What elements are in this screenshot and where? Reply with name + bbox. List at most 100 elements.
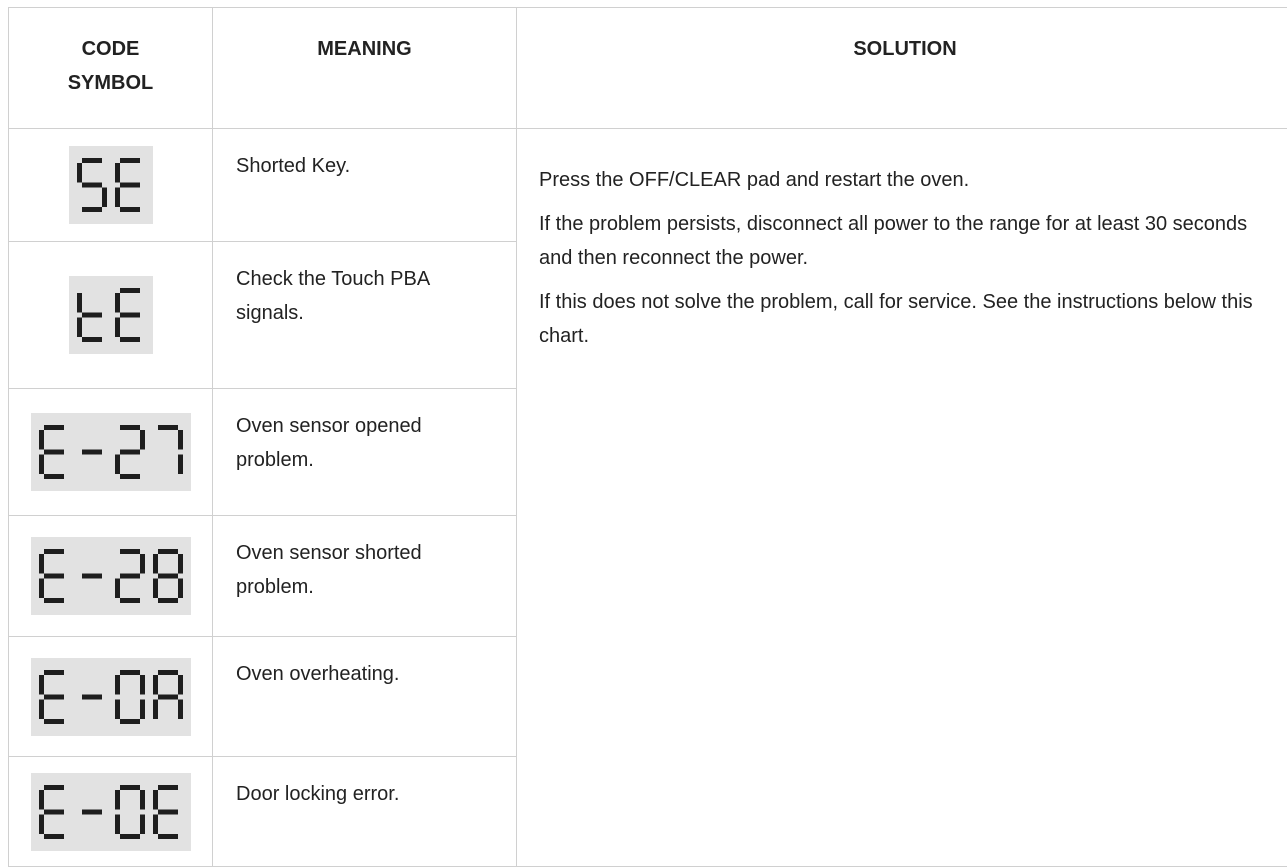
lcd-segment	[152, 554, 158, 574]
lcd-segment	[139, 789, 145, 809]
lcd-segment	[157, 573, 178, 579]
lcd-segment	[177, 430, 183, 450]
lcd-segment	[38, 578, 44, 598]
lcd-segment	[38, 454, 44, 474]
lcd-segment	[157, 549, 178, 554]
lcd-code-display: tE	[68, 276, 153, 354]
lcd-code-display: SE	[68, 146, 153, 224]
lcd-segment	[43, 809, 64, 814]
code-symbol-cell: E-28	[8, 515, 213, 637]
lcd-segment	[76, 317, 82, 337]
lcd-segment	[43, 474, 64, 479]
lcd-segment	[38, 699, 44, 719]
lcd-segment	[119, 669, 140, 675]
lcd-segment	[114, 674, 120, 694]
lcd-segment	[152, 578, 158, 598]
lcd-segment	[43, 573, 64, 579]
lcd-code-display: E-28	[30, 537, 191, 615]
lcd-segment	[81, 207, 102, 212]
lcd-segments: tE	[76, 288, 140, 342]
code-symbol-cell: E-27	[8, 388, 213, 516]
lcd-segment	[157, 694, 178, 699]
lcd-segment	[38, 814, 44, 834]
lcd-code-display: E-0A	[30, 657, 191, 736]
lcd-segments: E-27	[38, 425, 183, 479]
lcd-segment	[119, 549, 140, 554]
lcd-code-display: E-0E	[30, 772, 191, 851]
lcd-segment	[157, 784, 178, 790]
lcd-segment	[81, 449, 102, 455]
lcd-segment	[43, 449, 64, 455]
lcd-segment	[114, 789, 120, 809]
lcd-segment	[119, 833, 140, 839]
lcd-segment	[43, 833, 64, 839]
lcd-segment	[114, 454, 120, 474]
lcd-segment	[157, 833, 178, 839]
lcd-segment	[81, 694, 102, 699]
lcd-segment	[119, 207, 140, 212]
table-header-row: CODE SYMBOL MEANING SOLUTION	[8, 7, 1287, 129]
lcd-segment	[43, 669, 64, 675]
lcd-segment	[114, 699, 120, 719]
lcd-segment	[119, 718, 140, 724]
lcd-segment	[114, 578, 120, 598]
header-code-symbol: CODE SYMBOL	[8, 7, 213, 129]
lcd-segment	[114, 187, 120, 207]
lcd-segment	[81, 182, 102, 188]
solution-paragraph: If the problem persists, disconnect all …	[539, 213, 1248, 269]
meaning-cell: Shorted Key.	[212, 128, 517, 242]
lcd-segment	[38, 430, 44, 450]
table-row: SE Shorted Key. Press the OFF/CLEAR pad …	[8, 128, 1287, 867]
lcd-segment	[119, 158, 140, 163]
code-symbol-cell: SE	[8, 128, 213, 242]
lcd-segment	[114, 317, 120, 337]
meaning-cell: Door locking error.	[212, 756, 517, 867]
meaning-cell: Check the Touch PBA signals.	[212, 241, 517, 389]
lcd-segment	[81, 809, 102, 814]
meaning-cell: Oven overheating.	[212, 636, 517, 757]
meaning-cell: Oven sensor opened problem.	[212, 388, 517, 516]
solution-paragraph: Press the OFF/CLEAR pad and restart the …	[539, 169, 970, 191]
lcd-segment	[119, 573, 140, 579]
lcd-segment	[43, 784, 64, 790]
lcd-segment	[119, 337, 140, 342]
lcd-segment	[152, 674, 158, 694]
lcd-segment	[157, 598, 178, 603]
lcd-segment	[114, 814, 120, 834]
code-symbol-cell: E-0A	[8, 636, 213, 757]
lcd-segment	[76, 163, 82, 183]
lcd-segment	[81, 158, 102, 163]
lcd-segment	[43, 598, 64, 603]
header-meaning: MEANING	[212, 7, 517, 129]
lcd-segment	[177, 674, 183, 694]
solution-paragraph: If this does not solve the problem, call…	[539, 291, 1253, 347]
lcd-segment	[139, 814, 145, 834]
lcd-segment	[119, 784, 140, 790]
lcd-segment	[119, 312, 140, 318]
lcd-segment	[114, 163, 120, 183]
lcd-segment	[114, 293, 120, 313]
lcd-segment	[177, 699, 183, 719]
code-symbol-cell: tE	[8, 241, 213, 389]
lcd-segment	[177, 454, 183, 474]
lcd-segments: E-28	[38, 549, 183, 603]
lcd-segment	[38, 554, 44, 574]
lcd-segment	[43, 549, 64, 554]
lcd-segments: E-0E	[38, 784, 178, 839]
lcd-segment	[152, 814, 158, 834]
lcd-segment	[43, 694, 64, 699]
lcd-segments: E-0A	[38, 669, 183, 724]
meaning-cell: Oven sensor shorted problem.	[212, 515, 517, 637]
lcd-segment	[177, 578, 183, 598]
lcd-segment	[139, 430, 145, 450]
lcd-segment	[76, 293, 82, 313]
lcd-segment	[152, 699, 158, 719]
lcd-segment	[81, 337, 102, 342]
lcd-segment	[157, 425, 178, 430]
lcd-segment	[119, 425, 140, 430]
lcd-segment	[43, 425, 64, 430]
lcd-segment	[119, 598, 140, 603]
lcd-segment	[152, 789, 158, 809]
lcd-segments: SE	[76, 158, 140, 212]
error-code-table: CODESYMBOL MEANING SOLUTION SE Shorted K…	[8, 7, 1287, 867]
